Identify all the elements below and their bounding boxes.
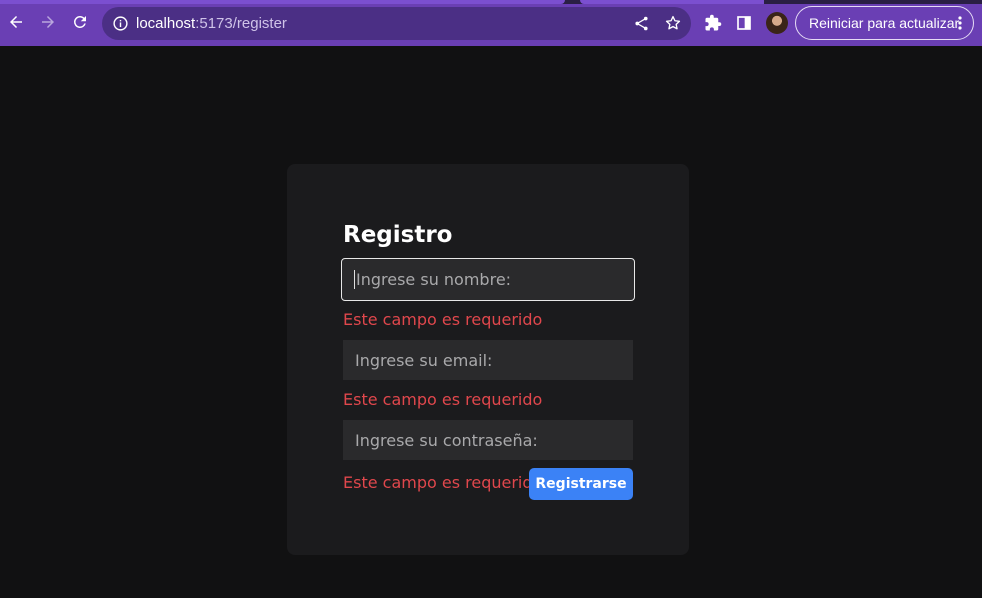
form-title: Registro <box>343 222 453 248</box>
reload-button[interactable] <box>67 9 93 35</box>
star-icon[interactable] <box>664 14 682 32</box>
reload-icon <box>73 15 86 28</box>
url-path: :5173/register <box>195 15 287 32</box>
tab-strip-edge <box>0 0 565 4</box>
password-error: Este campo es requerido <box>343 473 543 492</box>
forward-icon <box>42 16 54 28</box>
share-icon[interactable] <box>633 15 650 32</box>
kebab-menu-icon[interactable] <box>958 16 962 30</box>
text-caret <box>354 270 355 289</box>
register-button[interactable]: Registrarse <box>529 468 633 500</box>
email-placeholder: Ingrese su email: <box>355 350 493 370</box>
forward-button[interactable] <box>35 9 61 35</box>
info-icon[interactable] <box>112 15 129 32</box>
back-button[interactable] <box>3 9 29 35</box>
address-bar[interactable]: localhost:5173/register <box>102 7 691 40</box>
email-input[interactable]: Ingrese su email: <box>343 340 633 380</box>
name-input[interactable]: Ingrese su nombre: <box>341 258 635 301</box>
name-placeholder: Ingrese su nombre: <box>356 270 512 289</box>
name-error: Este campo es requerido <box>343 310 543 329</box>
url-text[interactable]: localhost:5173/register <box>136 15 287 32</box>
tab-strip-edge <box>580 0 764 4</box>
side-panel-icon[interactable] <box>736 15 752 31</box>
profile-avatar[interactable] <box>766 12 788 34</box>
browser-toolbar: localhost:5173/register Reiniciar para a… <box>0 0 982 46</box>
restart-to-update-label: Reiniciar para actualizar <box>809 15 960 31</box>
extensions-icon[interactable] <box>704 14 722 32</box>
restart-to-update-button[interactable]: Reiniciar para actualizar <box>795 6 974 40</box>
password-placeholder: Ingrese su contraseña: <box>355 430 538 450</box>
url-host: localhost <box>136 15 196 32</box>
email-error: Este campo es requerido <box>343 390 543 409</box>
back-icon <box>10 16 22 28</box>
password-input[interactable]: Ingrese su contraseña: <box>343 420 633 460</box>
